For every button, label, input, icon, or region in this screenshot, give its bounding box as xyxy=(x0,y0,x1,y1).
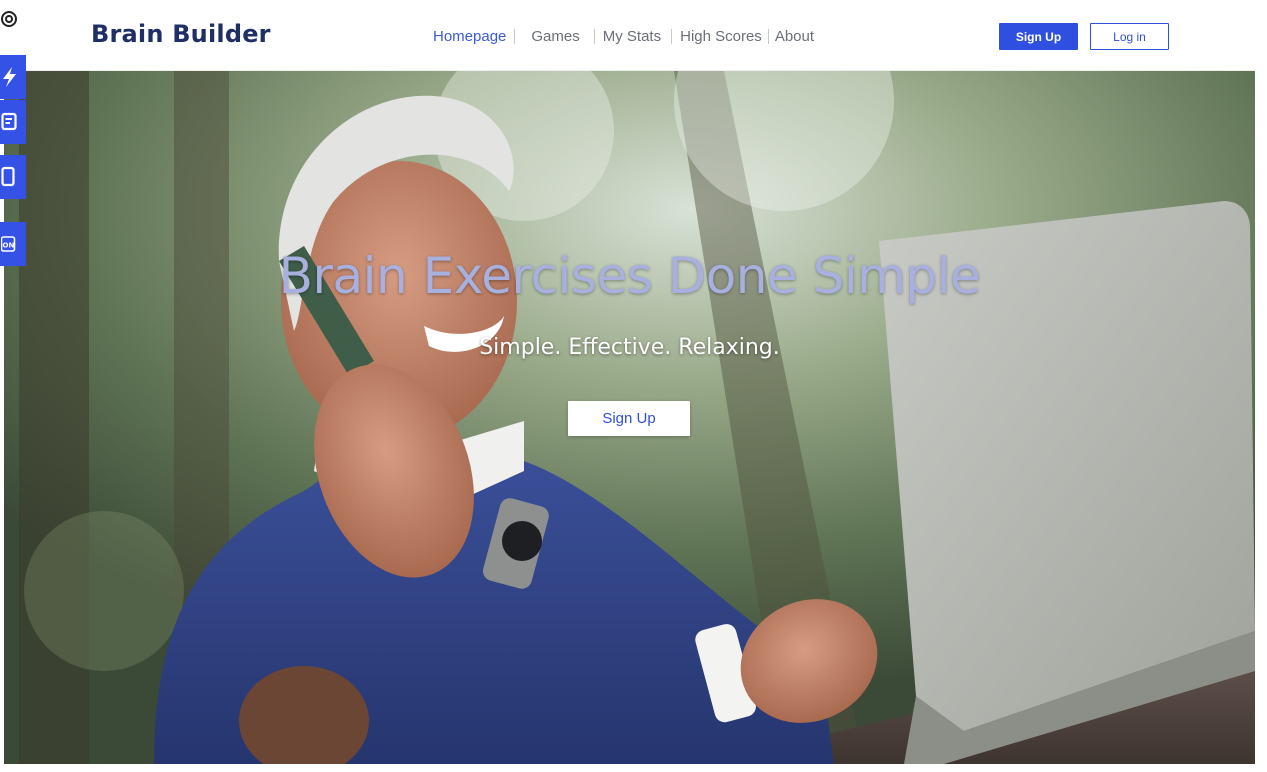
brand-logo[interactable]: Brain Builder xyxy=(91,20,271,48)
hero-section: Brain Exercises Done Simple Simple. Effe… xyxy=(4,71,1255,764)
hero-subtitle: Simple. Effective. Relaxing. xyxy=(479,335,780,360)
nav-link-my-stats[interactable]: My Stats xyxy=(603,28,661,45)
nav-link-homepage[interactable]: Homepage xyxy=(433,28,506,45)
nav-divider xyxy=(767,29,769,44)
target-icon[interactable] xyxy=(0,0,26,38)
nav-link-high-scores[interactable]: High Scores xyxy=(680,28,762,45)
document-icon[interactable] xyxy=(0,100,26,144)
nav-divider xyxy=(671,29,673,44)
nav-divider xyxy=(514,29,516,44)
nav-link-about[interactable]: About xyxy=(775,28,814,45)
hero-title: Brain Exercises Done Simple xyxy=(278,247,981,305)
svg-text:ON: ON xyxy=(3,242,15,250)
signup-button[interactable]: Sign Up xyxy=(999,23,1078,50)
main-nav: Homepage Games My Stats High Scores Abou… xyxy=(433,28,814,45)
navbar: Brain Builder Homepage Games My Stats Hi… xyxy=(0,0,1256,71)
login-button[interactable]: Log in xyxy=(1090,23,1169,50)
hero-signup-button[interactable]: Sign Up xyxy=(568,401,690,436)
page: Brain Builder Homepage Games My Stats Hi… xyxy=(0,0,1267,772)
lightning-icon[interactable] xyxy=(0,55,26,99)
nav-link-games[interactable]: Games xyxy=(531,28,579,45)
tablet-icon[interactable] xyxy=(0,155,26,199)
json-icon[interactable]: ON xyxy=(0,222,26,266)
nav-divider xyxy=(593,29,595,44)
